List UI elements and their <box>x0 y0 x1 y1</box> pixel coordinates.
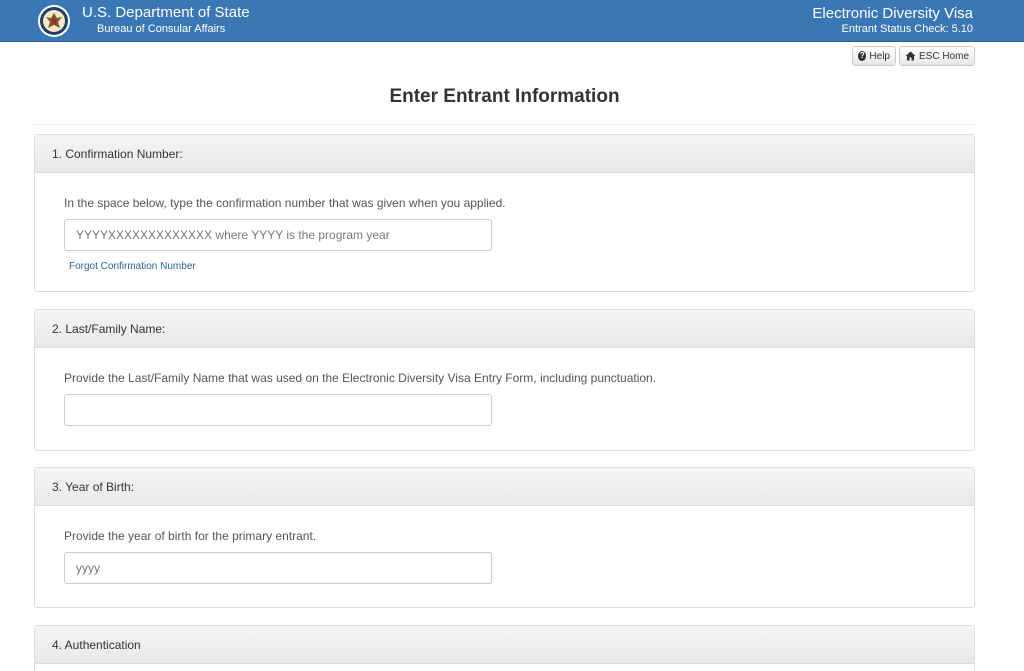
page-title: Enter Entrant Information <box>389 86 620 107</box>
last-name-heading: 2. Last/Family Name: <box>35 310 974 348</box>
confirmation-number-heading: 1. Confirmation Number: <box>35 135 974 173</box>
confirmation-number-instructions: In the space below, type the confirmatio… <box>64 196 506 210</box>
help-button-label: Help <box>869 50 890 62</box>
last-name-instructions: Provide the Last/Family Name that was us… <box>64 371 657 385</box>
app-subtitle: Entrant Status Check: 5.10 <box>841 23 973 35</box>
last-name-panel: 2. Last/Family Name: Provide the Last/Fa… <box>34 309 975 451</box>
esc-home-button-label: ESC Home <box>919 50 970 62</box>
title-divider <box>34 124 975 125</box>
help-button[interactable]: ? Help <box>852 46 896 66</box>
confirmation-number-input[interactable] <box>64 219 492 251</box>
agency-title: U.S. Department of State <box>82 4 250 21</box>
authentication-heading: 4. Authentication <box>35 626 974 664</box>
year-of-birth-instructions: Provide the year of birth for the primar… <box>64 529 317 543</box>
forgot-confirmation-number-link[interactable]: Forgot Confirmation Number <box>69 261 196 273</box>
header-banner: U.S. Department of State Bureau of Consu… <box>0 0 1024 42</box>
question-circle-icon: ? <box>858 51 867 61</box>
home-icon <box>905 51 916 61</box>
state-department-seal-icon <box>38 5 70 37</box>
year-of-birth-input[interactable] <box>64 552 492 584</box>
confirmation-number-panel: 1. Confirmation Number: In the space bel… <box>34 134 975 292</box>
agency-subtitle: Bureau of Consular Affairs <box>97 23 226 35</box>
last-name-input[interactable] <box>64 394 492 426</box>
year-of-birth-heading: 3. Year of Birth: <box>35 468 974 506</box>
esc-home-button[interactable]: ESC Home <box>899 46 975 66</box>
authentication-panel: 4. Authentication <box>34 625 975 671</box>
year-of-birth-panel: 3. Year of Birth: Provide the year of bi… <box>34 467 975 608</box>
app-title: Electronic Diversity Visa <box>812 5 973 22</box>
